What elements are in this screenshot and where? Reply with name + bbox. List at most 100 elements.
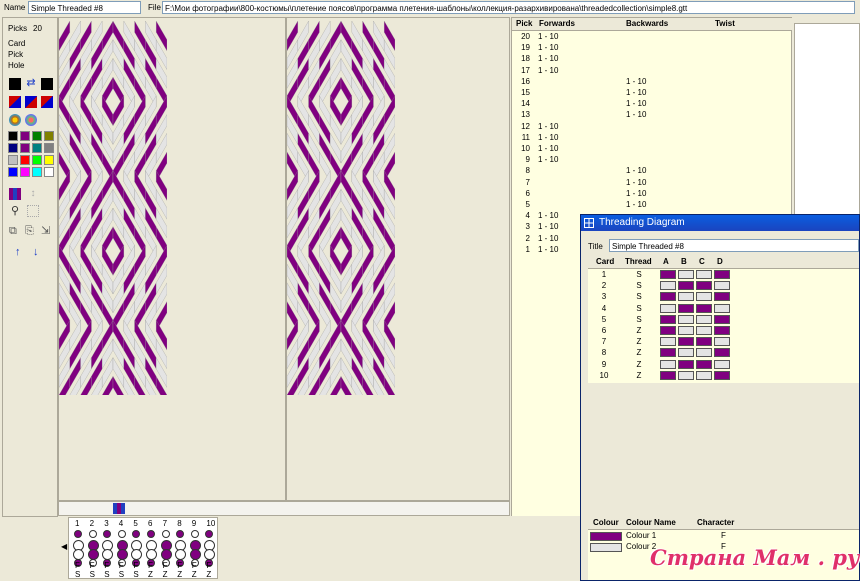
palette-swatch[interactable]: [8, 167, 18, 177]
hole-cell[interactable]: [660, 281, 676, 291]
palette-swatch[interactable]: [44, 143, 54, 153]
palette-swatch[interactable]: [32, 131, 42, 141]
pick-row[interactable]: 11 1 - 10: [512, 133, 792, 144]
hole-cell[interactable]: [678, 370, 694, 380]
edit-palette-icon[interactable]: [25, 114, 37, 126]
hole-cell[interactable]: [714, 314, 730, 324]
colour-1-swatch[interactable]: [590, 532, 622, 541]
hole-cell[interactable]: [678, 292, 694, 302]
palette-swatch[interactable]: [20, 155, 30, 165]
pick-row[interactable]: 20 1 - 10: [512, 32, 792, 43]
hole-cell[interactable]: [696, 292, 712, 302]
hole-cell[interactable]: [714, 303, 730, 313]
hole-cell[interactable]: [660, 270, 676, 279]
view-option-pick[interactable]: Pick: [8, 50, 23, 60]
view-option-card[interactable]: Card: [8, 39, 25, 49]
threading-row[interactable]: 8Z: [588, 347, 859, 358]
hole-cell[interactable]: [678, 359, 694, 369]
threading-row[interactable]: 5S: [588, 314, 859, 325]
flip-icon[interactable]: ↕: [27, 188, 39, 200]
card-hole[interactable]: [161, 530, 170, 538]
threading-diagram-window[interactable]: Threading Diagram Title Simple Threaded …: [580, 214, 860, 581]
pick-row[interactable]: 19 1 - 10: [512, 43, 792, 54]
hole-cell[interactable]: [678, 303, 694, 313]
threading-row[interactable]: 6Z: [588, 325, 859, 336]
move-down-icon[interactable]: ↓: [33, 247, 39, 258]
foreground-colour-swatch[interactable]: [9, 78, 21, 90]
hole-cell[interactable]: [696, 314, 712, 324]
hole-cell[interactable]: [714, 370, 730, 380]
hole-cell[interactable]: [660, 348, 676, 358]
swap-colours-icon[interactable]: ⇄: [25, 78, 37, 90]
pick-row[interactable]: 8 1 - 10: [512, 166, 792, 177]
colour-tool-2-icon[interactable]: [25, 96, 37, 108]
card-hole[interactable]: [176, 530, 185, 538]
card-hole[interactable]: [74, 530, 82, 538]
scroll-left-icon[interactable]: ◀: [61, 542, 67, 551]
pick-row[interactable]: 12 1 - 10: [512, 122, 792, 133]
pattern-view-front[interactable]: [58, 17, 286, 501]
hole-cell[interactable]: [678, 337, 694, 347]
threading-row[interactable]: 9Z: [588, 359, 859, 370]
threading-row[interactable]: 10 Z: [588, 370, 859, 381]
background-colour-swatch[interactable]: [41, 78, 53, 90]
pick-row[interactable]: 18 1 - 10: [512, 54, 792, 65]
pattern-view-icon[interactable]: [9, 188, 21, 200]
hole-cell[interactable]: [714, 270, 730, 279]
palette-swatch[interactable]: [20, 167, 30, 177]
pick-row[interactable]: 6 1 - 10: [512, 189, 792, 200]
palette-swatch[interactable]: [44, 155, 54, 165]
hole-cell[interactable]: [678, 314, 694, 324]
palette-swatch[interactable]: [32, 155, 42, 165]
hole-cell[interactable]: [660, 303, 676, 313]
hole-cell[interactable]: [696, 370, 712, 380]
hole-cell[interactable]: [660, 292, 676, 302]
card-hole[interactable]: [205, 530, 214, 538]
copy-icon[interactable]: ⧉: [9, 225, 21, 237]
threading-row[interactable]: 3S: [588, 291, 859, 302]
palette-swatch[interactable]: [44, 167, 54, 177]
hole-cell[interactable]: [660, 370, 676, 380]
move-up-icon[interactable]: ↑: [15, 247, 21, 258]
palette-swatch[interactable]: [8, 143, 18, 153]
threading-row[interactable]: 2S: [588, 280, 859, 291]
pattern-scrollbar[interactable]: [58, 501, 510, 516]
hole-cell[interactable]: [660, 337, 676, 347]
hole-cell[interactable]: [678, 326, 694, 335]
pick-row[interactable]: 10 1 - 10: [512, 144, 792, 155]
threading-row[interactable]: 1S: [588, 269, 859, 280]
name-input[interactable]: Simple Threaded #8: [28, 1, 141, 14]
hole-cell[interactable]: [660, 326, 676, 335]
hole-cell[interactable]: [714, 348, 730, 358]
palette-swatch[interactable]: [8, 155, 18, 165]
hole-cell[interactable]: [696, 270, 712, 279]
threading-title-input[interactable]: Simple Threaded #8: [609, 239, 859, 252]
palette-icon[interactable]: [9, 114, 21, 126]
hole-cell[interactable]: [660, 314, 676, 324]
export-icon[interactable]: ⇲: [41, 225, 53, 237]
threading-row[interactable]: 7Z: [588, 336, 859, 347]
card-hole[interactable]: [103, 530, 112, 538]
palette-swatch[interactable]: [32, 167, 42, 177]
palette-swatch[interactable]: [8, 131, 18, 141]
hole-cell[interactable]: [678, 281, 694, 291]
hole-cell[interactable]: [696, 359, 712, 369]
threading-row[interactable]: 4S: [588, 303, 859, 314]
hole-cell[interactable]: [714, 281, 730, 291]
palette-swatch[interactable]: [44, 131, 54, 141]
hole-cell[interactable]: [660, 359, 676, 369]
pick-row[interactable]: 16 1 - 10: [512, 77, 792, 88]
colour-2-swatch[interactable]: [590, 543, 622, 552]
pattern-scroll-thumb-icon[interactable]: [113, 503, 125, 514]
pick-row[interactable]: 5 1 - 10: [512, 200, 792, 211]
pick-row[interactable]: 7 1 - 10: [512, 178, 792, 189]
pick-row[interactable]: 15 1 - 10: [512, 88, 792, 99]
palette-swatch[interactable]: [20, 143, 30, 153]
hole-cell[interactable]: [714, 326, 730, 335]
palette-swatch[interactable]: [32, 143, 42, 153]
colour-tool-1-icon[interactable]: [9, 96, 21, 108]
view-option-hole[interactable]: Hole: [8, 61, 24, 71]
hole-cell[interactable]: [696, 326, 712, 335]
magnify-icon[interactable]: ⚲: [9, 205, 21, 217]
hole-cell[interactable]: [714, 337, 730, 347]
